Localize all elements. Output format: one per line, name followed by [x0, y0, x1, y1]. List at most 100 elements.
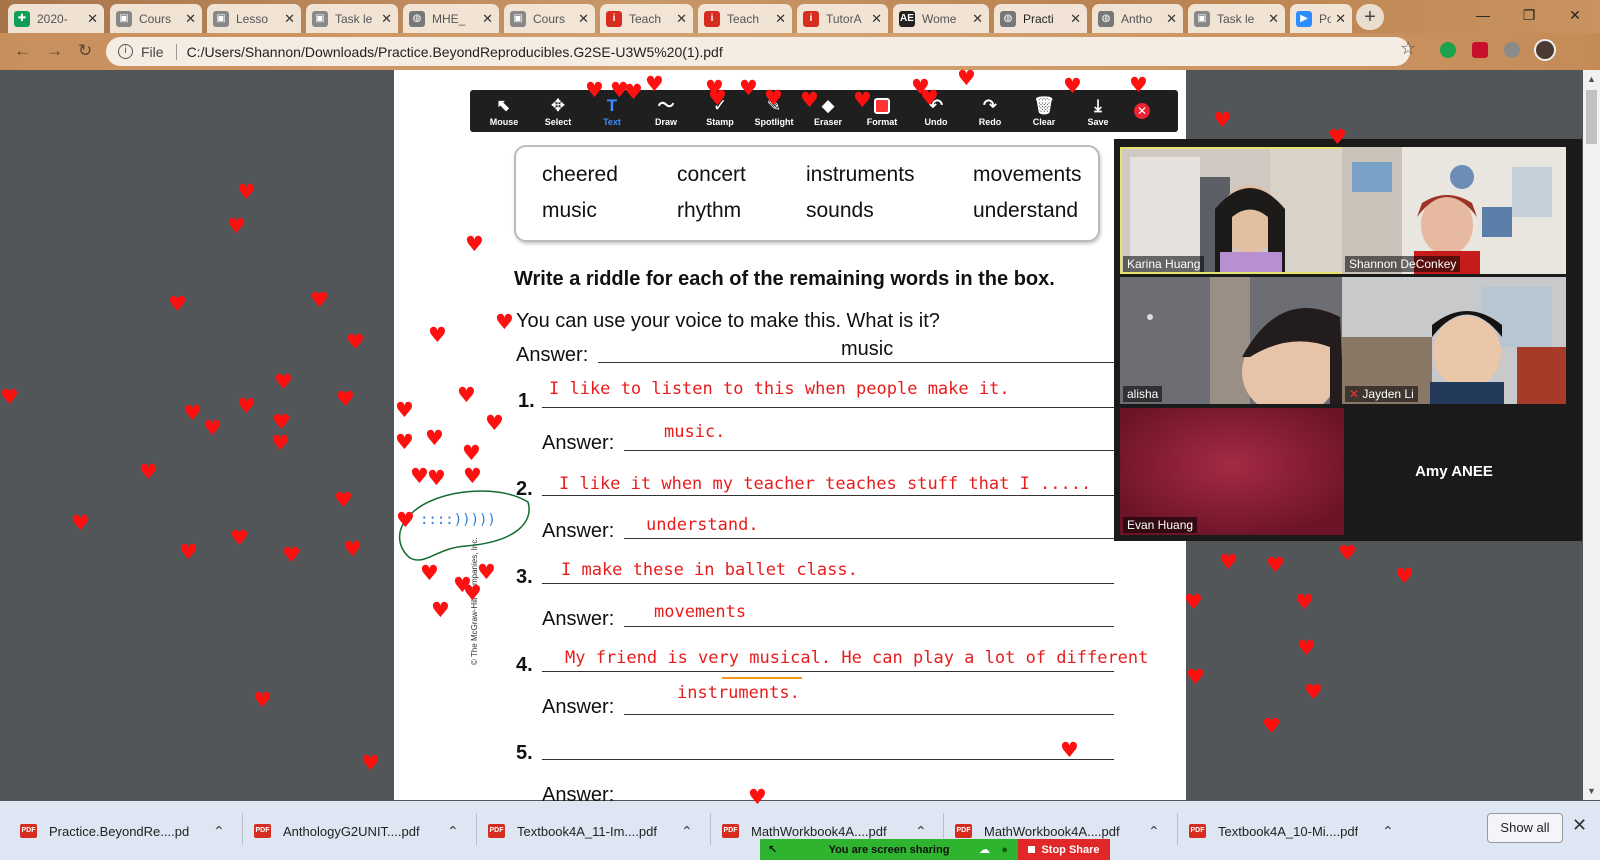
- close-tab-icon[interactable]: ✕: [871, 11, 882, 27]
- vertical-scrollbar[interactable]: ▲ ▼: [1583, 70, 1600, 800]
- google-sheets-icon: ✚: [14, 10, 30, 27]
- close-tab-icon[interactable]: ✕: [87, 11, 98, 27]
- download-filename: Textbook4A_11-Im....pdf: [517, 823, 657, 839]
- profile-avatar[interactable]: [1534, 39, 1556, 61]
- ublock-icon[interactable]: [1472, 42, 1488, 58]
- heart-icon: ♥: [1304, 680, 1323, 704]
- heart-icon: ♥: [427, 466, 446, 490]
- download-filename: MathWorkbook4A....pdf: [984, 823, 1120, 839]
- address-bar[interactable]: i File C:/Users/Shannon/Downloads/Practi…: [106, 37, 1410, 66]
- document-icon: ▣: [510, 10, 526, 27]
- tool-label: Format: [866, 117, 898, 127]
- new-tab-button[interactable]: +: [1356, 4, 1384, 30]
- tab[interactable]: ◍ MHE_ ✕: [403, 4, 499, 33]
- tab[interactable]: ◍ Antho ✕: [1092, 4, 1183, 33]
- chevron-up-icon[interactable]: ⌃: [1382, 823, 1394, 840]
- chevron-up-icon[interactable]: ⌃: [681, 823, 693, 840]
- drag-handle-icon[interactable]: ↖: [768, 843, 777, 856]
- close-tab-icon[interactable]: ✕: [185, 11, 196, 27]
- shield-icon: ●: [1001, 843, 1008, 856]
- heart-icon: ♥: [237, 180, 256, 204]
- close-downloads-icon[interactable]: ✕: [1572, 815, 1587, 836]
- download-item[interactable]: PDF Textbook4A_11-Im....pdf ⌃: [488, 818, 693, 844]
- tab[interactable]: i Teach ✕: [698, 4, 792, 33]
- heart-icon: ♥: [853, 88, 872, 112]
- close-tab-icon[interactable]: ✕: [1335, 11, 1346, 27]
- close-tab-icon[interactable]: ✕: [381, 11, 392, 27]
- info-icon[interactable]: i: [118, 44, 133, 59]
- scroll-down-icon[interactable]: ▼: [1587, 786, 1596, 796]
- chevron-up-icon[interactable]: ⌃: [447, 823, 459, 840]
- close-tab-icon[interactable]: ✕: [1166, 11, 1177, 27]
- download-filename: Practice.BeyondRe....pdf: [49, 823, 189, 839]
- tab[interactable]: i Teach ✕: [600, 4, 693, 33]
- download-filename: MathWorkbook4A....pdf: [751, 823, 887, 839]
- heart-icon: ♥: [764, 86, 783, 110]
- scroll-up-icon[interactable]: ▲: [1587, 74, 1596, 84]
- minimize-button[interactable]: —: [1460, 0, 1506, 30]
- answer-line: [624, 626, 1114, 627]
- video-tile[interactable]: alisha: [1120, 277, 1344, 404]
- reload-icon[interactable]: ↻: [78, 41, 92, 61]
- close-tab-icon[interactable]: ✕: [1070, 11, 1081, 27]
- heart-icon: ♥: [477, 560, 496, 584]
- tool-label: Save: [1087, 117, 1109, 127]
- tab-label: Antho: [1121, 11, 1153, 26]
- example-answer: music: [841, 338, 894, 360]
- restore-button[interactable]: ❐: [1506, 0, 1552, 30]
- sharing-status[interactable]: ↖ You are screen sharing ☁ ●: [760, 839, 1018, 860]
- scroll-thumb[interactable]: [1586, 90, 1597, 144]
- participant-name-tile[interactable]: Amy ANEE: [1342, 408, 1566, 535]
- video-tile[interactable]: Shannon DeConkey: [1342, 147, 1566, 274]
- pdf-file-icon: PDF: [722, 824, 739, 838]
- download-filename: AnthologyG2UNIT....pdf: [283, 823, 420, 839]
- chevron-up-icon[interactable]: ⌃: [915, 823, 927, 840]
- puzzle-icon[interactable]: [1504, 42, 1520, 58]
- show-all-button[interactable]: Show all: [1487, 813, 1563, 843]
- tab[interactable]: ▣ Cours ✕: [110, 4, 202, 33]
- forward-icon[interactable]: →: [46, 41, 63, 61]
- bookmark-star-icon[interactable]: ☆: [1400, 38, 1416, 59]
- stop-share-button[interactable]: Stop Share: [1018, 839, 1110, 860]
- tab[interactable]: ▣ Cours ✕: [504, 4, 595, 33]
- close-toolbar-icon[interactable]: ✕: [1134, 103, 1150, 119]
- tool-draw-button[interactable]: 〜 Draw: [640, 90, 692, 132]
- close-tab-icon[interactable]: ✕: [775, 11, 786, 27]
- tool-select-button[interactable]: ✥ Select: [532, 90, 584, 132]
- heart-icon: ♥: [957, 66, 976, 90]
- tab[interactable]: ✚ 2020- ✕: [8, 4, 104, 33]
- close-tab-icon[interactable]: ✕: [482, 11, 493, 27]
- close-tab-icon[interactable]: ✕: [1268, 11, 1279, 27]
- document-icon: ▣: [312, 10, 328, 27]
- tab[interactable]: ▣ Lesso ✕: [207, 4, 301, 33]
- tab[interactable]: ▣ Task le ✕: [1188, 4, 1285, 33]
- word-box-word: understand: [973, 199, 1079, 222]
- pdf-file-icon: PDF: [955, 824, 972, 838]
- video-tile[interactable]: Karina Huang: [1120, 147, 1344, 274]
- download-item[interactable]: PDF Practice.BeyondRe....pdf ⌃: [20, 818, 225, 844]
- chevron-up-icon[interactable]: ⌃: [213, 823, 225, 840]
- tool-mouse-button[interactable]: ⬉ Mouse: [478, 90, 530, 132]
- url-text[interactable]: C:/Users/Shannon/Downloads/Practice.Beyo…: [187, 44, 723, 60]
- tab[interactable]: i TutorA ✕: [797, 4, 888, 33]
- heart-icon: ♥: [495, 310, 514, 334]
- video-tile[interactable]: Evan Huang: [1120, 408, 1344, 535]
- tab[interactable]: AE Wome ✕: [893, 4, 989, 33]
- tab[interactable]: ▶ Post A✕: [1290, 4, 1352, 33]
- video-tile[interactable]: ✕ Jayden Li: [1342, 277, 1566, 404]
- extension-icon[interactable]: [1440, 42, 1456, 58]
- heart-icon: ♥: [1186, 665, 1205, 689]
- chevron-up-icon[interactable]: ⌃: [1148, 823, 1160, 840]
- close-tab-icon[interactable]: ✕: [676, 11, 687, 27]
- download-item[interactable]: PDF AnthologyG2UNIT....pdf ⌃: [254, 818, 459, 844]
- answer-line: [598, 362, 1114, 363]
- download-item[interactable]: PDF Textbook4A_10-Mi....pdf ⌃: [1189, 818, 1394, 844]
- close-tab-icon[interactable]: ✕: [284, 11, 295, 27]
- close-tab-icon[interactable]: ✕: [972, 11, 983, 27]
- tab[interactable]: ▣ Task le ✕: [306, 4, 398, 33]
- back-icon[interactable]: ←: [14, 41, 31, 61]
- close-window-button[interactable]: ✕: [1552, 0, 1598, 30]
- tab[interactable]: ◍ Practi ✕: [994, 4, 1087, 33]
- tool-redo-button[interactable]: ↷ Redo: [964, 90, 1016, 132]
- close-tab-icon[interactable]: ✕: [578, 11, 589, 27]
